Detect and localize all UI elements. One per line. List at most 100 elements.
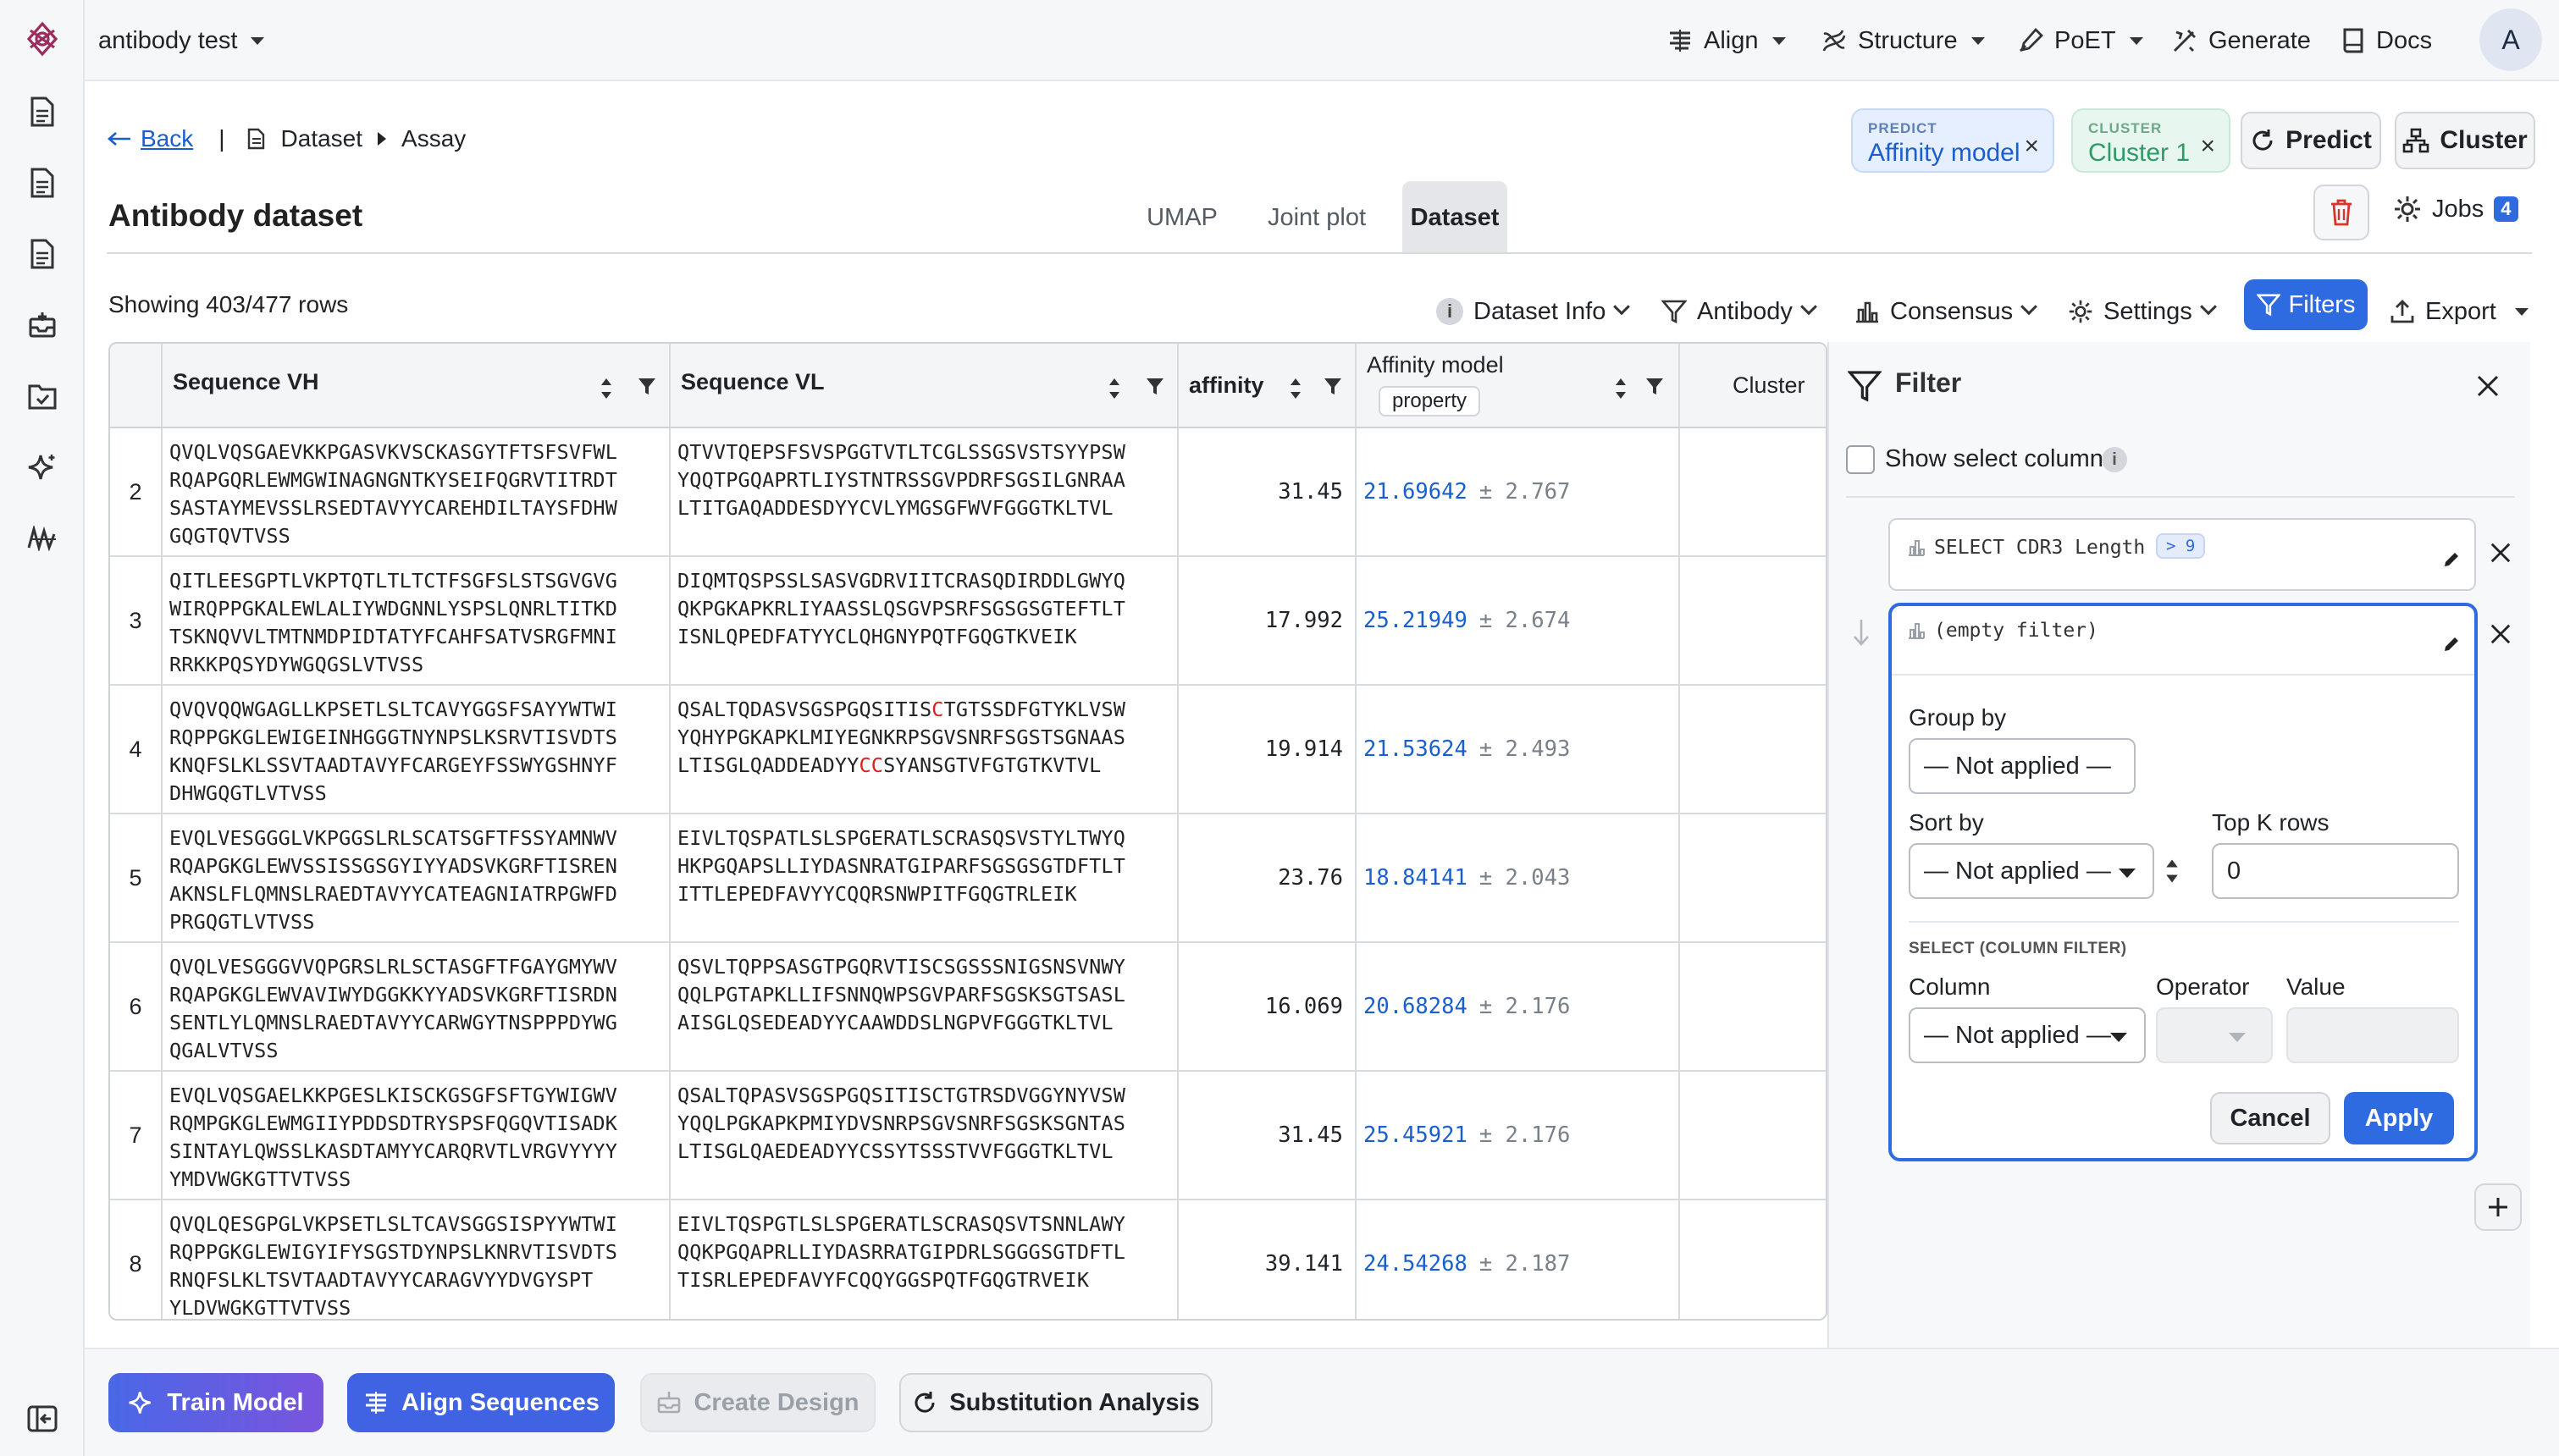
affinity-model-cell: 18.84141 ± 2.043	[1357, 814, 1680, 941]
dataset-info-menu[interactable]: i Dataset Info	[1436, 284, 1631, 339]
sort-icon[interactable]	[1289, 376, 1302, 401]
value-input[interactable]	[2286, 1007, 2459, 1063]
filter-icon[interactable]	[1323, 376, 1343, 398]
nav-docs-link[interactable]: Docs	[2342, 20, 2432, 61]
cancel-button[interactable]: Cancel	[2210, 1092, 2330, 1144]
group-by-value: — Not applied —	[1924, 752, 2111, 780]
project-selector[interactable]: antibody test	[98, 20, 265, 61]
table-row[interactable]: 7 EVQLVQSGAELKKPGESLKISCKGSGFSFTGYWIGWV R…	[110, 1072, 1826, 1200]
inbox-add-icon[interactable]	[24, 306, 61, 344]
table-row[interactable]: 3 QITLEESGPTLVKPTQTLTLTCTFSGFSLSTSGVGVG W…	[110, 557, 1826, 686]
predict-button[interactable]: Predict	[2241, 112, 2381, 169]
arrow-down-icon	[1854, 620, 1869, 646]
filter-card[interactable]: SELECT CDR3 Length > 9	[1888, 518, 2476, 591]
antibody-menu[interactable]: Antibody	[1661, 284, 1817, 339]
sort-by-select[interactable]: — Not applied —	[1909, 843, 2154, 899]
info-icon[interactable]: i	[2102, 447, 2127, 472]
close-icon[interactable]: ×	[2200, 134, 2215, 159]
filter-icon[interactable]	[1644, 376, 1665, 398]
tab-umap[interactable]: UMAP	[1131, 181, 1233, 254]
apply-button[interactable]: Apply	[2344, 1092, 2454, 1144]
nav-structure-menu[interactable]: Structure	[1821, 20, 1985, 61]
cluster-chip[interactable]: CLUSTER Cluster 1 ×	[2071, 108, 2230, 173]
column-select[interactable]: — Not applied —	[1909, 1007, 2146, 1063]
folder-check-icon[interactable]	[24, 378, 61, 415]
document-icon	[247, 128, 264, 150]
settings-menu[interactable]: Settings	[2068, 284, 2217, 339]
back-link[interactable]: Back	[107, 125, 193, 152]
filters-button[interactable]: Filters	[2244, 279, 2368, 330]
column-header-label: Sequence VL	[681, 369, 825, 394]
delete-button[interactable]	[2313, 185, 2369, 240]
predict-chip[interactable]: PREDICT Affinity model ×	[1851, 108, 2054, 173]
nav-generate-link[interactable]: Generate	[2171, 20, 2311, 61]
nav-align-menu[interactable]: Align	[1666, 20, 1786, 61]
operator-select[interactable]	[2156, 1007, 2273, 1063]
export-menu[interactable]: Export	[2390, 284, 2529, 339]
sort-direction-icon[interactable]	[2164, 857, 2180, 885]
row-index: 4	[110, 686, 163, 813]
document-icon[interactable]	[24, 235, 61, 273]
column-header-label: Sequence VH	[173, 369, 319, 394]
close-icon[interactable]	[2476, 374, 2500, 398]
affinity-cell: 39.141	[1179, 1200, 1357, 1319]
table-row[interactable]: 6 QVQLVESGGGVVQPGRSLRLSCTASGFTFGAYGMYWV R…	[110, 943, 1826, 1072]
filter-icon[interactable]	[1145, 376, 1165, 398]
highlighted-residue: CC	[859, 753, 884, 777]
table-row[interactable]: 4 QVQVQQWGAGLLKPSETLSLTCAVYGGSFSAYYWTWI R…	[110, 686, 1826, 814]
arrow-left-icon	[108, 132, 130, 146]
group-by-select[interactable]: — Not applied —	[1909, 738, 2136, 794]
predict-button-label: Predict	[2285, 126, 2372, 154]
settings-label: Settings	[2103, 297, 2192, 325]
gear-icon	[2069, 300, 2092, 323]
show-select-column-label: Show select column	[1885, 445, 2103, 472]
app-logo-icon[interactable]	[24, 20, 61, 58]
table-row[interactable]: 8 QVQLQESGPGLVKPSETLSLTCAVSGGSISPYYWTWI R…	[110, 1200, 1826, 1319]
user-avatar[interactable]: A	[2479, 8, 2542, 71]
document-icon[interactable]	[24, 93, 61, 130]
filter-empty-text: (empty filter)	[1934, 620, 2098, 642]
bar-chart-icon	[1909, 540, 1925, 556]
create-design-button[interactable]: Create Design	[640, 1373, 876, 1432]
breadcrumb-assay[interactable]: Assay	[401, 125, 466, 152]
sort-icon[interactable]	[1108, 376, 1121, 401]
waveform-icon[interactable]	[24, 520, 61, 557]
consensus-menu[interactable]: Consensus	[1854, 284, 2037, 339]
jobs-button[interactable]: Jobs 4	[2393, 195, 2518, 223]
align-sequences-button[interactable]: Align Sequences	[347, 1373, 615, 1432]
column-header-cluster[interactable]: Cluster	[1680, 344, 1826, 428]
predict-chip-label: PREDICT	[1868, 120, 1937, 136]
sort-icon[interactable]	[1614, 376, 1628, 401]
tab-joint-plot[interactable]: Joint plot	[1253, 181, 1380, 254]
close-icon[interactable]	[2490, 542, 2512, 564]
close-icon[interactable]	[2490, 623, 2512, 645]
sort-icon[interactable]	[600, 376, 613, 401]
cluster-button[interactable]: Cluster	[2395, 112, 2535, 169]
tab-dataset[interactable]: Dataset	[1402, 181, 1507, 254]
table-row[interactable]: 5 EVQLVESGGGLVKPGGSLRLSCATSGFTFSSYAMNWV R…	[110, 814, 1826, 943]
collapse-sidebar-icon[interactable]	[24, 1400, 61, 1437]
table-row[interactable]: 2 QVQLVQSGAEVKKPGASVKVSCKASGYTFTSFSVFWL R…	[110, 428, 1826, 557]
document-icon[interactable]	[24, 164, 61, 201]
sequence-vh-cell: EVQLVQSGAELKKPGESLKISCKGSGFSFTGYWIGWV RQM…	[163, 1072, 671, 1199]
column-header-vl[interactable]: Sequence VL	[671, 344, 1179, 428]
pencil-icon[interactable]	[2442, 550, 2461, 569]
filter-select-text: SELECT CDR3 Length	[1934, 537, 2146, 559]
sparkle-icon[interactable]	[24, 449, 61, 486]
close-icon[interactable]: ×	[2024, 134, 2039, 159]
dataset-info-label: Dataset Info	[1473, 297, 1606, 325]
show-select-column-checkbox[interactable]	[1846, 445, 1875, 474]
top-k-input[interactable]: 0	[2212, 843, 2459, 899]
column-header-affinity[interactable]: affinity	[1179, 344, 1357, 428]
substitution-analysis-button[interactable]: Substitution Analysis	[899, 1373, 1213, 1432]
column-header-affinity-model[interactable]: Affinity model property	[1357, 344, 1680, 428]
train-model-button[interactable]: Train Model	[108, 1373, 323, 1432]
column-header-vh[interactable]: Sequence VH	[163, 344, 671, 428]
pencil-icon[interactable]	[2442, 635, 2461, 654]
add-filter-button[interactable]	[2474, 1183, 2522, 1231]
generate-icon	[2174, 30, 2196, 52]
nav-docs-label: Docs	[2376, 26, 2433, 54]
nav-poet-menu[interactable]: PoET	[2017, 20, 2143, 61]
filter-icon[interactable]	[637, 376, 657, 398]
breadcrumb-dataset[interactable]: Dataset	[281, 125, 363, 152]
